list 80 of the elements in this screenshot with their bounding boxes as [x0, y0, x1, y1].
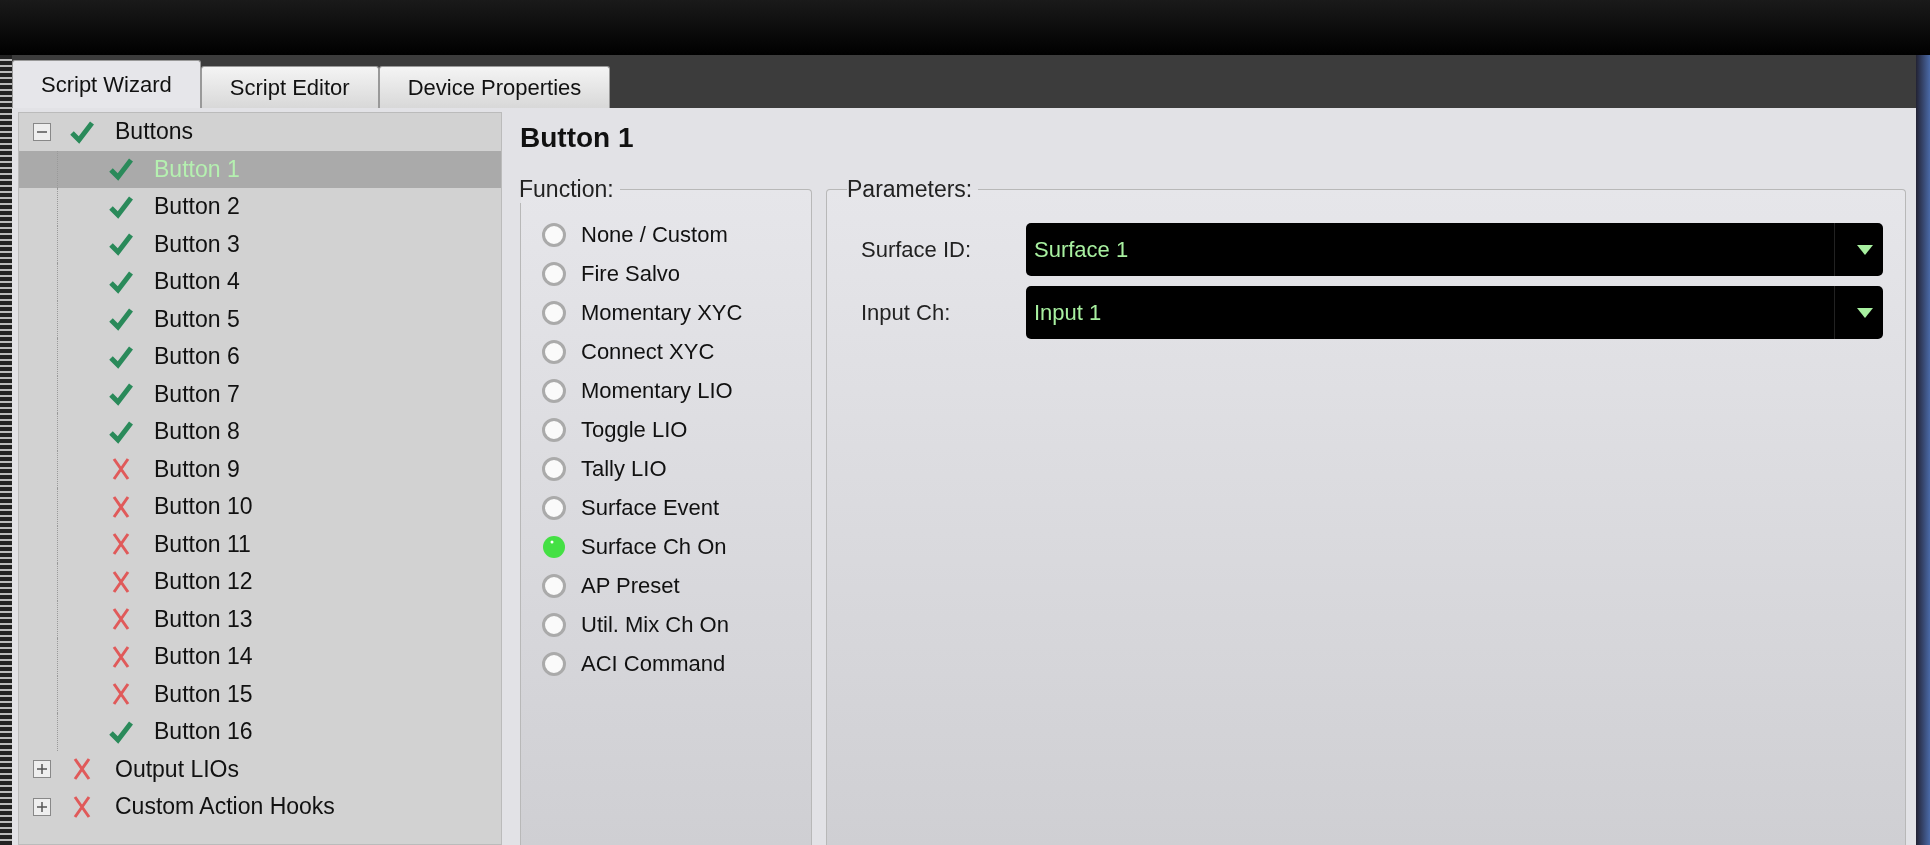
radio-button[interactable] — [541, 650, 567, 677]
field-label: Surface ID: — [860, 236, 973, 263]
tree-label: Custom Action Hooks — [115, 793, 335, 821]
radio-button[interactable] — [541, 299, 567, 326]
tree-label: Button 12 — [154, 568, 253, 596]
tree-label: Button 6 — [154, 343, 240, 371]
tree-item[interactable]: Button 15 — [19, 675, 501, 713]
tree-label: Buttons — [115, 118, 193, 146]
tree-label: Button 16 — [154, 718, 253, 746]
radio-button[interactable] — [541, 377, 567, 404]
radio-option[interactable]: Toggle LIO — [521, 410, 811, 449]
tree-item[interactable]: Button 3 — [19, 225, 501, 263]
tree-item[interactable]: Button 11 — [19, 525, 501, 563]
tree-label: Output LIOs — [115, 755, 239, 783]
radio-button[interactable] — [541, 494, 567, 521]
tree-label: Button 2 — [154, 193, 240, 221]
expand-icon[interactable] — [33, 797, 51, 816]
tree-item[interactable]: Custom Action Hooks — [19, 788, 501, 826]
checkmark-icon — [108, 381, 134, 408]
tab[interactable]: Script Editor — [200, 66, 379, 108]
tree-label: Button 1 — [154, 155, 240, 183]
radio-button[interactable] — [541, 260, 567, 287]
tree-label: Button 4 — [154, 268, 240, 296]
radio-button[interactable] — [541, 533, 567, 560]
tree-label: Button 15 — [154, 680, 253, 708]
radio-button[interactable] — [541, 455, 567, 482]
caret-icon — [1857, 244, 1873, 255]
tree-item[interactable]: Button 14 — [19, 638, 501, 676]
radio-option[interactable]: Connect XYC — [521, 332, 811, 371]
tree-label: Button 3 — [154, 230, 240, 258]
tab[interactable]: Device Properties — [378, 66, 611, 108]
radio-option[interactable]: None / Custom — [521, 215, 811, 254]
radio-option[interactable]: Momentary XYC — [521, 293, 811, 332]
radio-option[interactable]: Momentary LIO — [521, 371, 811, 410]
radio-button[interactable] — [541, 416, 567, 443]
radio-button[interactable] — [541, 338, 567, 365]
tree-label: Button 13 — [154, 605, 253, 633]
detail-title: Button 1 — [520, 122, 635, 154]
tree-label: Button 7 — [154, 380, 240, 408]
radio-option[interactable]: Surface Ch On — [521, 527, 811, 566]
tab[interactable]: Script Wizard — [12, 60, 201, 108]
caret-icon — [1857, 307, 1873, 318]
tree-label: Button 11 — [154, 530, 251, 558]
radio-option[interactable]: Surface Event — [521, 488, 811, 527]
tree-item[interactable]: Button 6 — [19, 338, 501, 376]
tree-item[interactable]: Button 5 — [19, 300, 501, 338]
tree-item[interactable]: Button 2 — [19, 188, 501, 226]
collapse-icon[interactable] — [33, 122, 51, 141]
group-label: Function: — [519, 176, 615, 203]
checkmark-icon — [108, 306, 134, 333]
tree-item[interactable]: Buttons — [19, 113, 501, 151]
tree-label: Button 9 — [154, 455, 240, 483]
radio-option[interactable]: Util. Mix Ch On — [521, 605, 811, 644]
tree-label: Button 8 — [154, 418, 240, 446]
tree-item[interactable]: Button 10 — [19, 488, 501, 526]
radio-option[interactable]: ACI Command — [521, 644, 811, 683]
radio-button[interactable] — [541, 221, 567, 248]
tree-item[interactable]: Button 13 — [19, 600, 501, 638]
tree-item[interactable]: Button 8 — [19, 413, 501, 451]
tree-item[interactable]: Button 7 — [19, 375, 501, 413]
tree-label: Button 5 — [154, 305, 240, 333]
checkmark-icon — [108, 231, 134, 258]
radio-option[interactable]: Tally LIO — [521, 449, 811, 488]
checkmark-icon — [108, 156, 134, 183]
field-label: Input Ch: — [860, 299, 952, 326]
tree-label: Button 14 — [154, 643, 253, 671]
radio-option[interactable]: Fire Salvo — [521, 254, 811, 293]
tree-item[interactable]: Output LIOs — [19, 750, 501, 788]
dropdown[interactable]: Surface 1 — [1026, 223, 1883, 276]
dropdown[interactable]: Input 1 — [1026, 286, 1883, 339]
radio-option[interactable]: AP Preset — [521, 566, 811, 605]
tree-label: Button 10 — [154, 493, 253, 521]
group-label: Parameters: — [847, 176, 974, 203]
radio-button[interactable] — [541, 572, 567, 599]
expand-icon[interactable] — [33, 760, 51, 779]
tree-item[interactable]: Button 4 — [19, 263, 501, 301]
tree-item[interactable]: Button 16 — [19, 713, 501, 751]
tree-item[interactable]: Button 12 — [19, 563, 501, 601]
radio-button[interactable] — [541, 611, 567, 638]
tree-item[interactable]: Button 9 — [19, 450, 501, 488]
